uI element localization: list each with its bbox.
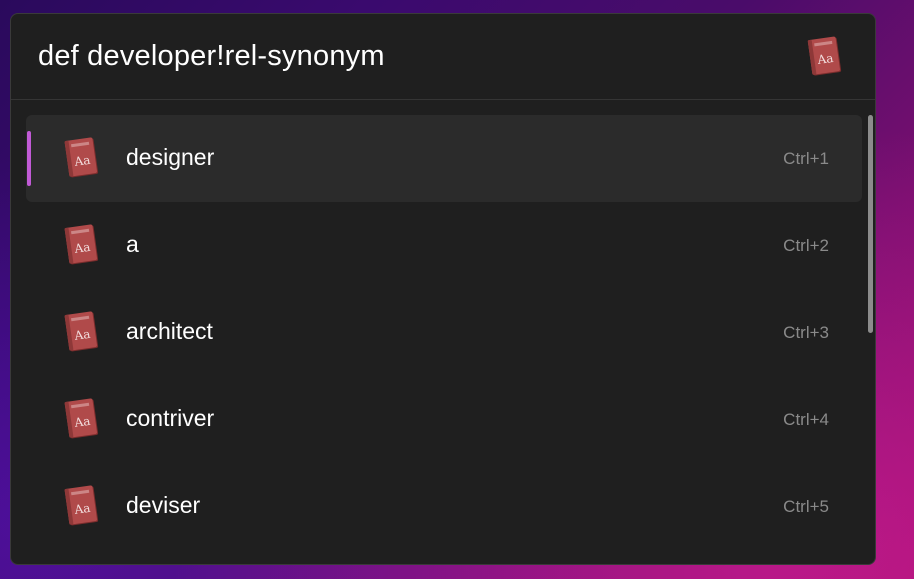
svg-text:Aa: Aa (73, 153, 92, 169)
dictionary-book-icon: Aa (806, 35, 844, 82)
result-item[interactable]: Aa deviser Ctrl+5 (26, 463, 862, 550)
result-item[interactable]: Aa architect Ctrl+3 (26, 289, 862, 376)
query-bar[interactable]: def developer!rel-synonym Aa (11, 14, 875, 100)
dictionary-book-icon: Aa (61, 396, 101, 447)
dictionary-book-icon: Aa (61, 222, 101, 273)
dictionary-book-icon: Aa (61, 135, 101, 186)
result-shortcut: Ctrl+4 (783, 410, 829, 429)
svg-text:Aa: Aa (73, 240, 92, 256)
svg-text:Aa: Aa (73, 414, 92, 430)
result-shortcut: Ctrl+3 (783, 323, 829, 342)
result-shortcut: Ctrl+2 (783, 236, 829, 255)
selection-indicator (27, 131, 31, 186)
result-title: contriver (126, 405, 215, 431)
result-title: architect (126, 318, 213, 344)
query-input[interactable]: def developer!rel-synonym (38, 40, 385, 73)
dictionary-book-icon: Aa (61, 309, 101, 360)
results-list: Aa designer Ctrl+1 Aa a Ctrl+2 Aa architect Ctrl… (11, 115, 875, 555)
scrollbar-thumb[interactable] (868, 115, 873, 333)
result-item[interactable]: Aa designer Ctrl+1 (26, 115, 862, 202)
result-title: designer (126, 144, 215, 170)
launcher-window: def developer!rel-synonym Aa Aa designer C… (10, 13, 876, 565)
svg-text:Aa: Aa (73, 501, 92, 517)
result-item[interactable]: Aa a Ctrl+2 (26, 202, 862, 289)
dictionary-book-icon: Aa (61, 483, 101, 534)
scrollbar[interactable] (866, 115, 875, 555)
result-title: a (126, 231, 139, 257)
result-shortcut: Ctrl+1 (783, 149, 829, 168)
svg-text:Aa: Aa (816, 51, 835, 67)
result-title: deviser (126, 492, 201, 518)
result-item[interactable]: Aa contriver Ctrl+4 (26, 376, 862, 463)
svg-text:Aa: Aa (73, 327, 92, 343)
result-shortcut: Ctrl+5 (783, 497, 829, 516)
